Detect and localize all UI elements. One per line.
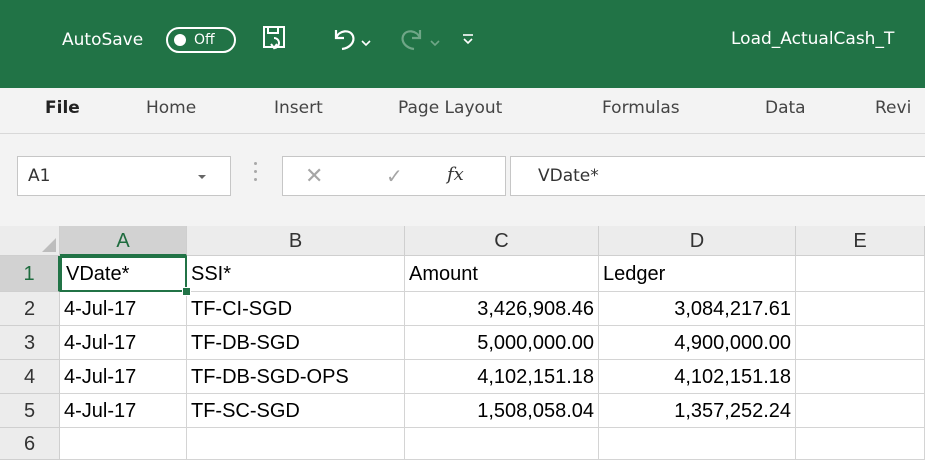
- row-header-1[interactable]: 1: [0, 256, 60, 292]
- toggle-knob: [174, 34, 186, 46]
- undo-dropdown-icon[interactable]: [361, 33, 371, 52]
- cell-a2[interactable]: 4-Jul-17: [60, 292, 187, 326]
- cell-c5[interactable]: 1,508,058.04: [405, 394, 599, 428]
- row-header-2[interactable]: 2: [0, 292, 60, 326]
- tab-file[interactable]: File: [45, 98, 80, 118]
- cell-c4[interactable]: 4,102,151.18: [405, 360, 599, 394]
- formula-bar-area: A1 ✕ ✓ fx VDate*: [0, 134, 925, 226]
- autosave-state: Off: [194, 32, 215, 48]
- column-header-a[interactable]: A: [60, 226, 187, 256]
- cancel-icon[interactable]: ✕: [305, 164, 323, 189]
- cell-d5[interactable]: 1,357,252.24: [599, 394, 796, 428]
- cell-d4[interactable]: 4,102,151.18: [599, 360, 796, 394]
- cell-b6[interactable]: [187, 428, 405, 460]
- formula-input[interactable]: VDate*: [510, 156, 925, 196]
- column-header-b[interactable]: B: [187, 226, 405, 256]
- cell-e1[interactable]: [796, 256, 925, 292]
- cell-b2[interactable]: TF-CI-SGD: [187, 292, 405, 326]
- autosave-toggle[interactable]: Off: [166, 27, 236, 53]
- cell-d2[interactable]: 3,084,217.61: [599, 292, 796, 326]
- cell-b1[interactable]: SSI*: [187, 256, 405, 292]
- cell-b3[interactable]: TF-DB-SGD: [187, 326, 405, 360]
- cell-a6[interactable]: [60, 428, 187, 460]
- cell-e2[interactable]: [796, 292, 925, 326]
- name-box[interactable]: A1: [17, 156, 231, 196]
- tab-formulas[interactable]: Formulas: [602, 98, 680, 118]
- cell-d1[interactable]: Ledger: [599, 256, 796, 292]
- cell-a1[interactable]: VDate*: [60, 256, 187, 292]
- tab-home[interactable]: Home: [146, 98, 196, 118]
- row-header-4[interactable]: 4: [0, 360, 60, 394]
- tab-page-layout[interactable]: Page Layout: [398, 98, 502, 118]
- column-header-d[interactable]: D: [599, 226, 796, 256]
- title-bar: AutoSave Off Load_ActualCash_T: [0, 0, 925, 88]
- insert-function-icon[interactable]: fx: [447, 164, 464, 185]
- cell-c1[interactable]: Amount: [405, 256, 599, 292]
- select-all-button[interactable]: [0, 226, 60, 256]
- cell-b5[interactable]: TF-SC-SGD: [187, 394, 405, 428]
- undo-icon[interactable]: [330, 24, 358, 58]
- cell-e3[interactable]: [796, 326, 925, 360]
- cell-a3[interactable]: 4-Jul-17: [60, 326, 187, 360]
- cell-a4[interactable]: 4-Jul-17: [60, 360, 187, 394]
- fill-handle[interactable]: [182, 287, 191, 296]
- cell-a5[interactable]: 4-Jul-17: [60, 394, 187, 428]
- formula-buttons: ✕ ✓ fx: [282, 156, 506, 196]
- tab-insert[interactable]: Insert: [274, 98, 323, 118]
- column-header-c[interactable]: C: [405, 226, 599, 256]
- row-header-6[interactable]: 6: [0, 428, 60, 460]
- customize-qat-icon[interactable]: [461, 31, 475, 50]
- cell-c6[interactable]: [405, 428, 599, 460]
- formula-bar-resize-handle[interactable]: [254, 162, 258, 182]
- cell-d3[interactable]: 4,900,000.00: [599, 326, 796, 360]
- enter-icon[interactable]: ✓: [386, 164, 403, 188]
- cell-e6[interactable]: [796, 428, 925, 460]
- tab-review[interactable]: Revi: [875, 98, 911, 118]
- chevron-down-icon[interactable]: [196, 168, 208, 187]
- row-header-5[interactable]: 5: [0, 394, 60, 428]
- autosave-label: AutoSave: [62, 30, 144, 50]
- cell-e5[interactable]: [796, 394, 925, 428]
- tab-data[interactable]: Data: [765, 98, 806, 118]
- cell-c2[interactable]: 3,426,908.46: [405, 292, 599, 326]
- column-header-e[interactable]: E: [796, 226, 925, 256]
- ribbon-tabs: File Home Insert Page Layout Formulas Da…: [0, 88, 925, 134]
- redo-dropdown-icon[interactable]: [430, 33, 440, 52]
- row-header-3[interactable]: 3: [0, 326, 60, 360]
- cell-e4[interactable]: [796, 360, 925, 394]
- cell-c3[interactable]: 5,000,000.00: [405, 326, 599, 360]
- cell-b4[interactable]: TF-DB-SGD-OPS: [187, 360, 405, 394]
- save-icon[interactable]: [262, 24, 288, 58]
- redo-icon[interactable]: [398, 24, 426, 58]
- cell-d6[interactable]: [599, 428, 796, 460]
- document-title: Load_ActualCash_T: [731, 29, 895, 49]
- formula-input-value: VDate*: [538, 166, 599, 186]
- name-box-value: A1: [28, 166, 51, 186]
